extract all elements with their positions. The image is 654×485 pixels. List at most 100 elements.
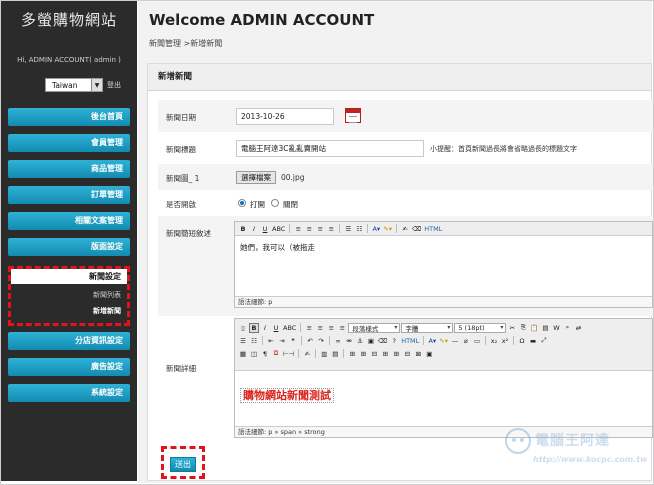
undo-icon[interactable]: ↶ — [305, 336, 315, 346]
underline-icon[interactable]: U — [271, 323, 281, 333]
nav-subitem-add-news[interactable]: 新增新聞 — [11, 306, 127, 316]
replace-icon[interactable]: ⇄ — [573, 323, 583, 333]
row-props-icon[interactable]: ▥ — [319, 349, 329, 359]
paragraph-format-dropdown[interactable]: 段落樣式 — [348, 322, 401, 333]
language-select[interactable]: Taiwan ▼ — [45, 78, 103, 92]
bold-icon[interactable]: B — [238, 224, 248, 234]
visual-aid-icon[interactable]: ▭ — [472, 336, 482, 346]
submit-button[interactable]: 送出 — [170, 457, 196, 472]
html-source-icon[interactable]: HTML — [400, 336, 420, 346]
media-icon[interactable]: ▬ — [528, 336, 538, 346]
font-family-dropdown[interactable]: 字體 — [401, 322, 454, 333]
nav-item-branches[interactable]: 分店資訊設定 — [8, 332, 130, 350]
fullscreen-icon[interactable]: ⤢ — [539, 336, 549, 346]
underline-icon[interactable]: U — [260, 224, 270, 234]
delete-col-icon[interactable]: ⊟ — [402, 349, 412, 359]
cut-icon[interactable]: ✂ — [507, 323, 517, 333]
page-break-icon[interactable]: ⧉ — [271, 349, 281, 359]
insert-row-before-icon[interactable]: ⊞ — [347, 349, 357, 359]
remove-format-icon[interactable]: ⌀ — [461, 336, 471, 346]
insert-col-after-icon[interactable]: ⊞ — [391, 349, 401, 359]
insert-row-after-icon[interactable]: ⊞ — [358, 349, 368, 359]
nav-item-dashboard[interactable]: 後台首頁 — [8, 108, 130, 126]
nav-item-ads[interactable]: 廣告設定 — [8, 358, 130, 376]
title-input[interactable]: 電腦王阿達3C亂亂賣開站 — [236, 140, 424, 157]
horizontal-rule-icon[interactable]: — — [450, 336, 460, 346]
italic-icon[interactable]: I — [260, 323, 270, 333]
find-icon[interactable]: ⌕ — [562, 323, 572, 333]
cleanup-icon[interactable]: ⌫ — [377, 336, 388, 346]
insert-col-before-icon[interactable]: ⊞ — [380, 349, 390, 359]
detail-editor[interactable]: ▯ B I U ABC ≡ ≡ ≡ ≡ 段落樣式 字體 5 (18pt) ✂ — [234, 318, 653, 438]
nonbreaking-icon[interactable]: ⊢⊣ — [282, 349, 295, 359]
redo-icon[interactable]: ↷ — [316, 336, 326, 346]
align-right-icon[interactable]: ≡ — [326, 323, 336, 333]
choose-file-button[interactable]: 選擇檔案 — [236, 171, 276, 184]
delete-row-icon[interactable]: ⊟ — [369, 349, 379, 359]
align-right-icon[interactable]: ≡ — [315, 224, 325, 234]
link-icon[interactable]: ∞ — [333, 336, 343, 346]
cell-props-icon[interactable]: ▤ — [330, 349, 340, 359]
help-icon[interactable]: ? — [389, 336, 399, 346]
nav-item-layout[interactable]: 版面設定 — [8, 238, 130, 256]
bold-icon[interactable]: B — [249, 322, 259, 333]
radio-close[interactable] — [271, 199, 279, 207]
merge-cells-icon[interactable]: ▣ — [424, 349, 434, 359]
align-center-icon[interactable]: ≡ — [304, 224, 314, 234]
image-icon[interactable]: ▣ — [366, 336, 376, 346]
nav-item-orders[interactable]: 訂單管理 — [8, 186, 130, 204]
align-center-icon[interactable]: ≡ — [315, 323, 325, 333]
unlink-icon[interactable]: ⚮ — [344, 336, 354, 346]
nav-item-products[interactable]: 商品管理 — [8, 160, 130, 178]
text-color-icon[interactable]: A▾ — [371, 224, 381, 234]
paste-icon[interactable]: 📋 — [529, 323, 539, 333]
nav-item-news-settings[interactable]: 新聞設定 — [11, 269, 127, 284]
dropdown-arrow-icon[interactable]: ▼ — [91, 79, 102, 91]
detail-body[interactable]: 購物網站新聞測試 — [240, 387, 334, 403]
strikethrough-icon[interactable]: ABC — [282, 323, 297, 333]
date-input[interactable]: 2013-10-26 — [236, 108, 334, 125]
align-left-icon[interactable]: ≡ — [293, 224, 303, 234]
calendar-icon[interactable] — [345, 108, 361, 123]
edit-icon[interactable]: ✍ — [400, 224, 410, 234]
paste-word-icon[interactable]: W — [551, 323, 561, 333]
italic-icon[interactable]: I — [249, 224, 259, 234]
highlight-color-icon[interactable]: ✎▾ — [438, 336, 449, 346]
numbered-list-icon[interactable]: ☷ — [354, 224, 364, 234]
bullet-list-icon[interactable]: ☰ — [343, 224, 353, 234]
summary-body[interactable]: 她們，我可以（被拖走 — [240, 242, 315, 253]
align-justify-icon[interactable]: ≡ — [326, 224, 336, 234]
nav-subitem-news-list[interactable]: 新聞列表 — [11, 290, 127, 300]
special-char-icon[interactable]: Ω — [517, 336, 527, 346]
bullet-list-icon[interactable]: ☰ — [238, 336, 248, 346]
radio-open[interactable] — [238, 199, 246, 207]
nav-item-system[interactable]: 系統設定 — [8, 384, 130, 402]
table-icon[interactable]: ▦ — [238, 349, 248, 359]
html-source-icon[interactable]: HTML — [423, 224, 443, 234]
highlight-color-icon[interactable]: ✎▾ — [382, 224, 393, 234]
anchor-icon[interactable]: ⚓ — [355, 336, 365, 346]
align-left-icon[interactable]: ≡ — [304, 323, 314, 333]
outdent-icon[interactable]: ⇤ — [266, 336, 276, 346]
nav-item-members[interactable]: 會員管理 — [8, 134, 130, 152]
paragraph-mark-icon[interactable]: ¶ — [260, 349, 270, 359]
new-document-icon[interactable]: ▯ — [238, 323, 248, 333]
nav-item-copywriting[interactable]: 相關文案管理 — [8, 212, 130, 230]
subscript-icon[interactable]: x₂ — [489, 336, 499, 346]
logout-link[interactable]: 登出 — [107, 80, 121, 90]
summary-editor[interactable]: B I U ABC ≡ ≡ ≡ ≡ ☰ ☷ A▾ ✎▾ ✍ ⌫ HTML 她們，… — [234, 221, 653, 308]
layer-icon[interactable]: ◫ — [249, 349, 259, 359]
numbered-list-icon[interactable]: ☷ — [249, 336, 259, 346]
superscript-icon[interactable]: x² — [500, 336, 510, 346]
edit-icon[interactable]: ✍ — [302, 349, 312, 359]
blockquote-icon[interactable]: ❝ — [288, 336, 298, 346]
split-cells-icon[interactable]: ⊠ — [413, 349, 423, 359]
indent-icon[interactable]: ⇥ — [277, 336, 287, 346]
text-color-icon[interactable]: A▾ — [427, 336, 437, 346]
align-justify-icon[interactable]: ≡ — [337, 323, 347, 333]
paste-text-icon[interactable]: ▤ — [540, 323, 550, 333]
copy-icon[interactable]: ⎘ — [518, 323, 528, 333]
strikethrough-icon[interactable]: ABC — [271, 224, 286, 234]
font-size-dropdown[interactable]: 5 (18pt) — [454, 322, 507, 333]
cleanup-icon[interactable]: ⌫ — [411, 224, 422, 234]
